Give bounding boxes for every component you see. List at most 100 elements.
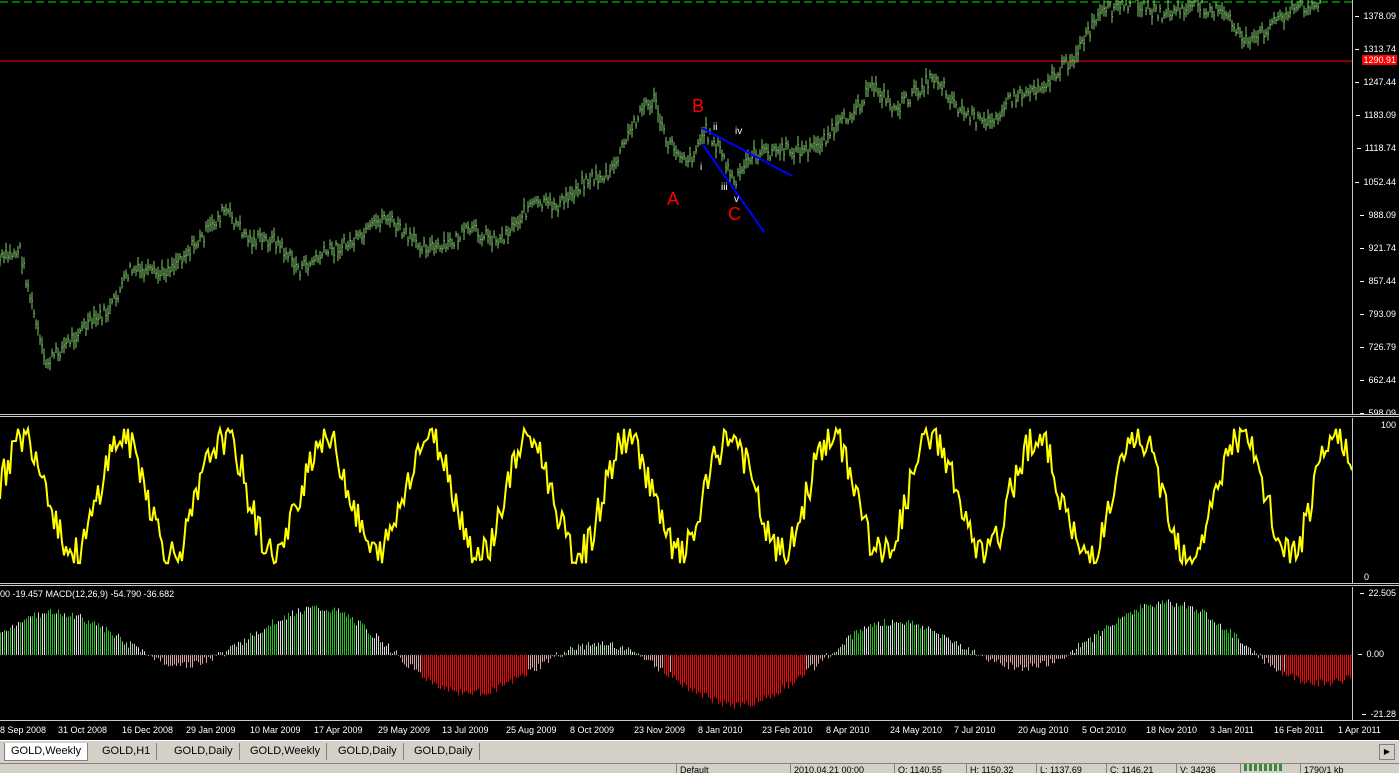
macd-bar [422,655,423,678]
macd-bar [396,650,397,655]
macd-bar [1132,615,1133,656]
macd-bar [406,655,407,667]
macd-bar [772,655,773,694]
macd-bar [852,639,853,655]
macd-bar [680,655,681,684]
macd-bar [924,630,925,655]
macd-bar [674,655,675,676]
macd-bar [882,626,883,655]
macd-bar [326,610,327,655]
macd-bar [1110,627,1111,655]
macd-bar [288,613,289,655]
macd-bar [602,641,603,655]
stochastic-chart[interactable] [0,418,1352,583]
price-tick-label: 988.09 [1368,210,1396,220]
macd-bar [770,655,771,698]
macd-bar [1192,606,1193,655]
macd-bar [672,655,673,678]
macd-bar [228,650,229,655]
macd-bar [448,655,449,692]
macd-bar [294,616,295,655]
macd-bar [512,655,513,684]
macd-bar [10,628,11,655]
macd-bar [1068,655,1069,656]
macd-bar [1006,655,1007,662]
macd-bar [52,614,53,655]
macd-bar [692,655,693,692]
macd-bar [1330,655,1331,686]
macd-bar [730,655,731,706]
macd-bar [372,638,373,655]
macd-bar [62,617,63,656]
macd-bar [186,655,187,668]
macd-bar [530,655,531,670]
price-tick-label: 793.09 [1368,309,1396,319]
price-tick-label: 1183.09 [1364,110,1396,120]
tab-gold-daily-3[interactable]: GOLD,Daily [408,743,480,760]
macd-bar [1034,655,1035,663]
macd-bar [1318,655,1319,687]
tab-gold-h1[interactable]: GOLD,H1 [96,743,157,760]
macd-bar [1216,625,1217,655]
macd-bar [1170,602,1171,655]
tab-gold-daily-2[interactable]: GOLD,Daily [332,743,404,760]
macd-bar [1030,655,1031,663]
macd-bar [818,655,819,664]
macd-bar [208,655,209,657]
macd-bar [20,622,21,655]
macd-bar [1000,655,1001,663]
pane-separator[interactable] [0,414,1399,417]
macd-bar [22,622,23,655]
macd-bar [364,625,365,655]
macd-bar [450,655,451,687]
macd-bar [166,655,167,664]
macd-bar [868,627,869,656]
macd-bar [778,655,779,694]
macd-bar [1028,655,1029,671]
macd-bar [14,628,15,655]
macd-bar [896,622,897,655]
macd-bar [1044,655,1045,661]
macd-bar [1116,624,1117,655]
tab-gold-weekly-2[interactable]: GOLD,Weekly [244,743,327,760]
macd-bar [230,646,231,655]
macd-bar [334,608,335,655]
macd-bar [502,655,503,686]
macd-bar [504,655,505,685]
macd-bar [1018,655,1019,667]
macd-bar [506,655,507,682]
macd-bar [90,624,91,655]
date-tick-label: 29 May 2009 [378,725,430,735]
macd-pane[interactable]: 00 -19.457 MACD(12,26,9) -54.790 -36.682 [0,587,1352,719]
macd-bar [1182,605,1183,655]
macd-bar [548,655,549,663]
price-chart-pane[interactable]: ABCiiiiiiivv [0,0,1352,414]
macd-bar [986,655,987,660]
tab-gold-daily[interactable]: GOLD,Daily [168,743,240,760]
macd-bar [1172,606,1173,655]
macd-bar [56,613,57,655]
tab-scroll-right-icon[interactable]: ▶ [1379,744,1395,760]
macd-bar [408,655,409,668]
macd-bar [1262,655,1263,659]
macd-bar [458,655,459,695]
macd-bar [1008,655,1009,669]
macd-bar [902,624,903,655]
price-chart[interactable]: ABCiiiiiiivv [0,0,1352,414]
stochastic-pane[interactable] [0,418,1352,583]
macd-bar [1272,655,1273,665]
macd-bar [794,655,795,684]
macd-bar [1346,655,1347,676]
macd-bar [862,631,863,655]
macd-bar [1098,630,1099,655]
macd-bar [290,616,291,655]
macd-bar [1276,655,1277,672]
macd-bar [486,655,487,695]
pane-separator[interactable] [0,583,1399,586]
macd-chart[interactable] [0,587,1352,719]
tab-gold-weekly[interactable]: GOLD,Weekly [4,743,88,761]
macd-bar [938,634,939,655]
macd-bar [194,655,195,661]
macd-bar [682,655,683,687]
date-tick-label: 23 Feb 2010 [762,725,813,735]
